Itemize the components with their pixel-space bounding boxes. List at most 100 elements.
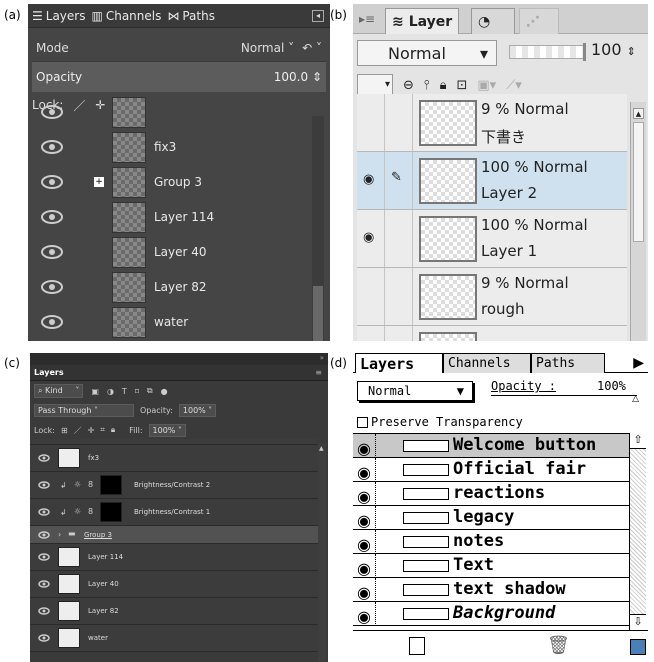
scrollbar[interactable]: ▲ (318, 443, 326, 662)
lock-artboard-icon[interactable]: ⌗ (100, 425, 105, 435)
layer-row[interactable]: Layer 40 (30, 571, 318, 598)
scrollbar[interactable] (312, 116, 324, 341)
adjustment-layer-row[interactable]: ↲ ☼ 8 Brightness/Contrast 2 (30, 472, 318, 499)
scroll-up-icon[interactable]: ▲ (633, 108, 644, 119)
layer-row-selected[interactable]: ◉ Welcome button (353, 434, 629, 458)
layer-row[interactable]: fix3 (32, 130, 308, 165)
visibility-eye-icon[interactable] (40, 314, 64, 333)
lock-transparency-icon[interactable]: ⊞ (61, 426, 68, 435)
lock-position-icon[interactable]: ✛ (88, 426, 95, 435)
visibility-eye-icon[interactable] (40, 104, 64, 123)
tab-tertiary[interactable]: ⋰ (519, 8, 559, 34)
panel-menu-icon[interactable]: ▸≡ (359, 12, 375, 26)
visibility-eye-icon[interactable] (40, 279, 64, 298)
opacity-slider[interactable]: △ (491, 394, 639, 404)
resize-grip-icon[interactable] (630, 639, 646, 655)
visibility-eye-icon[interactable] (38, 481, 50, 491)
collapse-icon[interactable]: » (320, 354, 324, 362)
layer-row[interactable]: ◉ Background (353, 602, 629, 626)
scroll-up-icon[interactable]: ▲ (319, 445, 324, 452)
adjustment-layer-row[interactable]: ↲ ☼ 8 Brightness/Contrast 1 (30, 499, 318, 526)
layer-row-partial[interactable] (357, 326, 627, 341)
slider-handle[interactable] (583, 43, 586, 61)
scroll-thumb[interactable] (633, 122, 644, 242)
layer-row[interactable]: fx3 (30, 445, 318, 472)
layer-row[interactable]: ◉ 100 % Normal Layer 1 (357, 210, 627, 268)
filter-type-icon[interactable]: T (122, 387, 127, 396)
blend-mode-select[interactable]: Normal ▾ (357, 40, 497, 66)
filter-kind-select[interactable]: ⌕ Kind ˅ (34, 384, 84, 398)
scrollbar[interactable]: ▲ (630, 102, 646, 341)
blend-mode-select[interactable]: Pass Through ˅ (34, 403, 134, 417)
visibility-eye-icon[interactable] (38, 454, 50, 464)
lock-all-icon[interactable]: 🔒︎ (111, 425, 115, 435)
tab-channels[interactable]: Channels (443, 353, 531, 373)
visibility-eye-icon[interactable]: ◉ (357, 535, 371, 554)
filter-pixel-icon[interactable]: ▣ (91, 387, 99, 396)
layer-row[interactable]: Layer 114 (32, 200, 308, 235)
visibility-eye-icon[interactable] (38, 634, 50, 644)
visibility-eye-icon[interactable] (40, 244, 64, 263)
tab-paths[interactable]: Paths (531, 353, 605, 373)
layer-row-selected[interactable]: ◉ ✎ 100 % Normal Layer 2 (357, 152, 627, 210)
layer-row[interactable]: water (32, 305, 308, 340)
lock-pixels-icon[interactable]: ／ (74, 425, 82, 436)
layer-row-partial[interactable] (32, 95, 308, 130)
visibility-eye-icon[interactable]: ◉ (357, 439, 371, 458)
visibility-eye-icon[interactable]: ◉ (357, 607, 371, 626)
visibility-eye-icon[interactable] (40, 209, 64, 228)
layer-row[interactable]: ◉ notes (353, 530, 629, 554)
filter-shape-icon[interactable]: ⌑ (135, 387, 139, 396)
visibility-eye-icon[interactable] (38, 607, 50, 617)
layer-row-group[interactable]: + Group 3 (32, 165, 308, 200)
visibility-eye-icon[interactable]: ◉ (357, 463, 371, 482)
visibility-eye-icon[interactable] (38, 580, 50, 590)
slider-handle-icon[interactable]: △ (632, 394, 639, 404)
layer-row[interactable]: ◉ legacy (353, 506, 629, 530)
filter-toggle-icon[interactable]: ● (161, 387, 168, 396)
visibility-eye-icon[interactable] (40, 139, 64, 158)
layer-row[interactable]: Layer 114 (30, 544, 318, 571)
opacity-slider[interactable] (509, 43, 586, 61)
visibility-eye-icon[interactable] (38, 508, 50, 518)
panel-menu-arrow-icon[interactable]: ▶ (633, 355, 644, 371)
layer-row[interactable]: Layer 82 (30, 598, 318, 625)
panel-menu-button[interactable]: ◂ (312, 10, 324, 22)
layer-row[interactable]: ◉ text shadow (353, 578, 629, 602)
scroll-down-icon[interactable]: ⇩ (630, 614, 646, 630)
layer-row[interactable]: Layer 40 (32, 235, 308, 270)
layer-row[interactable]: ◉ reactions (353, 482, 629, 506)
mode-select[interactable]: Normal ▼ (357, 381, 473, 401)
visibility-eye-icon[interactable]: ◉ (357, 559, 371, 578)
reset-mode-icon[interactable]: ↶ ˅ (302, 41, 322, 55)
layer-row[interactable]: ◉ Official fair (353, 458, 629, 482)
tab-paths[interactable]: ⋈ Paths (167, 9, 215, 23)
mode-select[interactable]: Normal ˅ (241, 41, 294, 55)
scrollbar[interactable]: ⇧ ⇩ (629, 433, 646, 630)
preserve-checkbox[interactable] (357, 416, 368, 428)
visibility-eye-icon[interactable]: ◉ (363, 172, 374, 187)
visibility-eye-icon[interactable]: ◉ (363, 230, 374, 245)
filter-adjust-icon[interactable]: ◑ (107, 387, 114, 396)
lock-transparency-icon[interactable]: ⊡ (456, 78, 467, 93)
visibility-eye-icon[interactable] (40, 174, 64, 193)
visibility-eye-icon[interactable]: ◉ (357, 487, 371, 506)
fill-field[interactable]: 100% ˅ (148, 423, 186, 437)
layer-row[interactable]: water (30, 625, 318, 652)
opacity-field[interactable]: 100% ˅ (178, 403, 217, 417)
opacity-row[interactable]: Opacity 100.0 ⇕ (32, 62, 326, 92)
scroll-thumb[interactable] (313, 286, 323, 341)
layer-row[interactable]: 9 % Normal 下書き (357, 94, 627, 152)
tab-channels[interactable]: ▥ Channels (91, 9, 161, 23)
tab-layers[interactable]: Layers (34, 368, 64, 377)
scroll-up-icon[interactable]: ⇧ (630, 433, 646, 449)
mask-icon[interactable]: ▣▾ (477, 78, 496, 93)
reference-layer-icon[interactable]: ⫯ (424, 78, 430, 93)
group-row-selected[interactable]: › ▬ Group 3 (30, 526, 318, 544)
visibility-eye-icon[interactable]: ◉ (357, 511, 371, 530)
ruler-icon[interactable]: ⟋▾ (506, 78, 522, 93)
new-layer-icon[interactable] (409, 637, 425, 655)
tab-secondary[interactable]: ◔ (471, 8, 515, 34)
expand-arrow-icon[interactable]: › (58, 530, 61, 539)
layer-row[interactable]: ◉ Text (353, 554, 629, 578)
